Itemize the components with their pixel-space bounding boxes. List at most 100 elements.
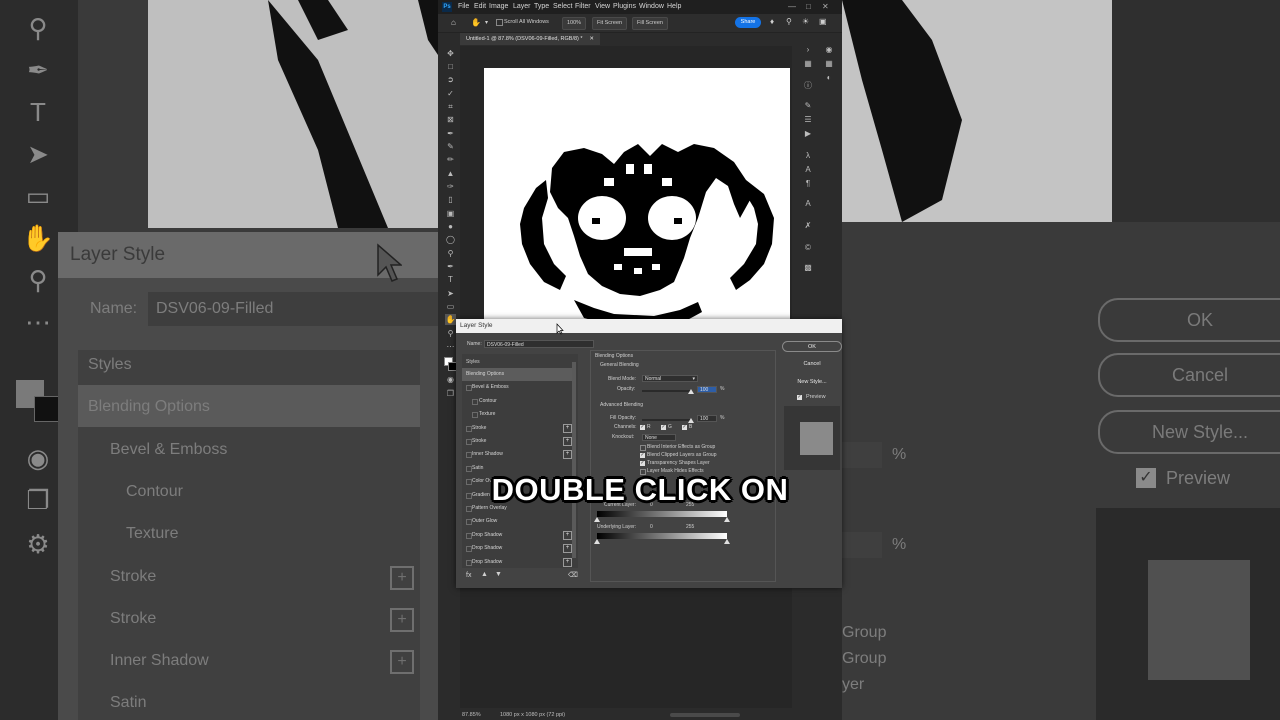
- swatches-icon[interactable]: ▦: [823, 58, 835, 70]
- collapse-icon[interactable]: ›: [802, 44, 814, 56]
- menu-image[interactable]: Image: [489, 0, 508, 14]
- dialog-title-bar[interactable]: Layer Style: [456, 319, 842, 333]
- quick-select-icon[interactable]: ✓: [445, 88, 456, 99]
- underlying-layer-black-knob[interactable]: [594, 539, 600, 544]
- style-item[interactable]: Outer Glow: [462, 515, 572, 528]
- channel-g-checkbox[interactable]: ✓: [661, 425, 666, 430]
- opacity-slider-knob[interactable]: [688, 389, 694, 394]
- menu-view[interactable]: View: [595, 0, 610, 14]
- style-item[interactable]: Texture: [462, 408, 572, 421]
- dodge-tool-icon[interactable]: ◯: [445, 234, 456, 245]
- style-item[interactable]: Stroke +: [462, 422, 572, 435]
- eyedropper-icon[interactable]: ✒: [445, 128, 456, 139]
- menu-filter[interactable]: Filter: [575, 0, 591, 14]
- style-item[interactable]: Stroke +: [462, 435, 572, 448]
- search-icon[interactable]: ⚲: [786, 17, 792, 27]
- type-tool-icon[interactable]: T: [445, 274, 456, 285]
- menu-plugins[interactable]: Plugins: [613, 0, 636, 14]
- fill-opacity-slider[interactable]: [642, 419, 692, 421]
- workspace-icon[interactable]: ▣: [819, 17, 827, 27]
- menu-layer[interactable]: Layer: [513, 0, 531, 14]
- underlying-layer-white-knob[interactable]: [724, 539, 730, 544]
- style-item[interactable]: Contour: [462, 395, 572, 408]
- brush-settings-icon[interactable]: ✎: [802, 100, 814, 112]
- character-icon[interactable]: A: [802, 164, 814, 176]
- document-canvas[interactable]: [484, 68, 790, 330]
- blend-option-checkbox[interactable]: [640, 445, 646, 451]
- add-effect-icon[interactable]: +: [563, 557, 572, 567]
- ok-button[interactable]: OK: [782, 341, 842, 352]
- current-layer-black-knob[interactable]: [594, 517, 600, 522]
- libraries-icon[interactable]: ▩: [802, 262, 814, 274]
- path-select-icon[interactable]: ➤: [445, 288, 456, 299]
- copyright-icon[interactable]: ©: [802, 242, 814, 254]
- channel-b-checkbox[interactable]: ✓: [682, 425, 687, 430]
- paragraph-icon[interactable]: ¶: [802, 178, 814, 190]
- screen-mode-icon[interactable]: ❐: [445, 388, 456, 399]
- zoom-field[interactable]: 100%: [562, 17, 587, 30]
- blend-mode-select[interactable]: Normal ▾: [642, 375, 698, 382]
- menu-select[interactable]: Select: [553, 0, 572, 14]
- style-item[interactable]: Drop Shadow +: [462, 556, 572, 569]
- menu-window[interactable]: Window: [639, 0, 664, 14]
- eraser-tool-icon[interactable]: ▯: [445, 194, 456, 205]
- blend-option-checkbox[interactable]: ✓: [640, 461, 645, 466]
- style-item[interactable]: Drop Shadow +: [462, 542, 572, 555]
- gradient-tool-icon[interactable]: ▣: [445, 208, 456, 219]
- history-brush-icon[interactable]: ✑: [445, 181, 456, 192]
- marquee-tool-icon[interactable]: □: [445, 61, 456, 72]
- dodge-tool-icon-2[interactable]: ⚲: [445, 248, 456, 259]
- new-style-button[interactable]: New Style...: [782, 376, 842, 387]
- style-checkbox[interactable]: [472, 412, 478, 419]
- swatch-icon[interactable]: ▦: [802, 58, 814, 70]
- fit-screen-button[interactable]: Fit Screen: [592, 17, 628, 30]
- adjustments-icon[interactable]: ☰: [802, 114, 814, 126]
- zoom-tool-icon[interactable]: ⚲: [445, 328, 456, 339]
- style-item[interactable]: Drop Shadow +: [462, 529, 572, 542]
- hand-tool-icon[interactable]: ✋: [445, 314, 456, 325]
- status-zoom[interactable]: 87.85%: [462, 710, 481, 720]
- home-icon[interactable]: ⌂: [451, 18, 456, 28]
- blur-tool-icon[interactable]: ●: [445, 221, 456, 232]
- style-item[interactable]: Bevel & Emboss: [462, 381, 572, 394]
- move-up-icon[interactable]: ▲: [481, 571, 488, 578]
- minimize-icon[interactable]: —: [788, 0, 796, 14]
- scroll-all-checkbox[interactable]: [496, 19, 503, 26]
- underlying-layer-gradient[interactable]: [597, 533, 727, 539]
- hand-tool-icon[interactable]: ✋: [471, 18, 481, 28]
- add-effect-icon[interactable]: +: [563, 530, 572, 540]
- maximize-icon[interactable]: □: [806, 0, 811, 14]
- preview-checkbox[interactable]: ✓: [797, 395, 802, 400]
- channel-r-checkbox[interactable]: ✓: [640, 425, 645, 430]
- opacity-slider[interactable]: [642, 390, 692, 392]
- share-button[interactable]: Share: [735, 17, 761, 28]
- pen-tool-icon[interactable]: ✒: [445, 261, 456, 272]
- add-effect-icon[interactable]: +: [563, 544, 572, 554]
- healing-brush-icon[interactable]: ✎: [445, 141, 456, 152]
- menu-edit[interactable]: Edit: [474, 0, 486, 14]
- stamp-tool-icon[interactable]: ▲: [445, 168, 456, 179]
- add-effect-icon[interactable]: +: [563, 450, 572, 460]
- menu-file[interactable]: File: [458, 0, 469, 14]
- play-icon[interactable]: ▶: [802, 128, 814, 140]
- menu-help[interactable]: Help: [667, 0, 681, 14]
- menu-type[interactable]: Type: [534, 0, 549, 14]
- fill-screen-button[interactable]: Fill Screen: [632, 17, 668, 30]
- close-icon[interactable]: ✕: [822, 0, 829, 14]
- fill-opacity-slider-knob[interactable]: [688, 418, 694, 423]
- horizontal-scrollbar[interactable]: [670, 713, 740, 717]
- frame-tool-icon[interactable]: ⊠: [445, 114, 456, 125]
- fx-icon[interactable]: fx: [466, 572, 471, 579]
- layer-name-field[interactable]: DSV06-09-Filled: [484, 340, 594, 348]
- character-styles-icon[interactable]: A: [802, 198, 814, 210]
- quick-mask-icon[interactable]: ◉: [445, 374, 456, 385]
- style-item[interactable]: Blending Options: [462, 368, 572, 381]
- tab-close-icon[interactable]: ✕: [589, 33, 594, 45]
- blend-option-checkbox[interactable]: ✓: [640, 453, 645, 458]
- add-effect-icon[interactable]: +: [563, 437, 572, 446]
- cancel-button[interactable]: Cancel: [782, 358, 842, 369]
- chevron-down-icon[interactable]: ▾: [485, 18, 488, 28]
- styles-header[interactable]: Styles: [466, 359, 480, 365]
- canvas-area-lower[interactable]: [460, 586, 792, 708]
- style-item[interactable]: Inner Shadow +: [462, 448, 572, 461]
